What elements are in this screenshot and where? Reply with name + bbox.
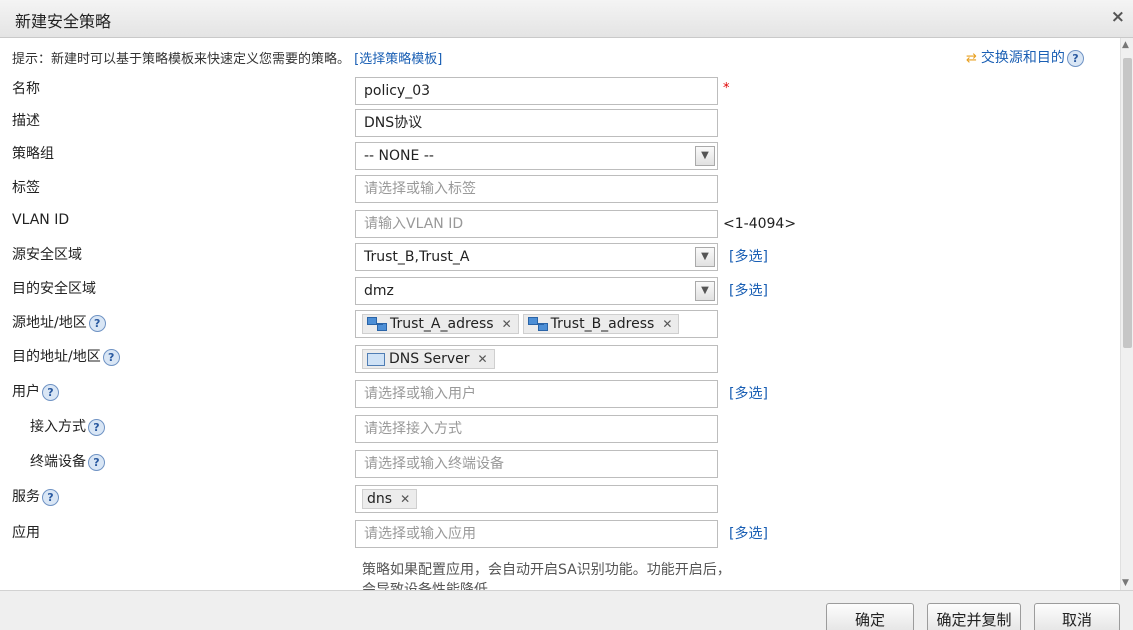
name-label: 名称 [12, 81, 40, 97]
src-addr-tag-input[interactable]: Trust_A_adress ✕ Trust_B_adress ✕ [355, 310, 718, 338]
select-template-link[interactable]: [选择策略模板] [354, 52, 442, 67]
src-zone-multi-link[interactable]: [多选] [729, 246, 768, 266]
desc-input[interactable]: DNS协议 [355, 109, 718, 137]
dst-addr-tag-input[interactable]: DNS Server ✕ [355, 345, 718, 373]
tag-label: dns [367, 491, 393, 507]
chevron-down-icon[interactable]: ▼ [695, 281, 715, 301]
src-addr-label-text: 源地址/地区 [12, 315, 87, 331]
src-zone-value: Trust_B,Trust_A [364, 249, 470, 265]
dst-zone-value: dmz [364, 283, 394, 299]
tag-label: DNS Server [389, 351, 470, 367]
service-label-text: 服务 [12, 489, 40, 505]
access-input[interactable]: 请选择接入方式 [355, 415, 718, 443]
service-label: 服务? [12, 486, 59, 506]
terminal-label: 终端设备? [30, 451, 105, 471]
help-icon[interactable]: ? [42, 488, 59, 506]
dst-zone-multi-link[interactable]: [多选] [729, 280, 768, 300]
access-label-text: 接入方式 [30, 419, 86, 435]
src-zone-select[interactable]: Trust_B,Trust_A ▼ [355, 243, 718, 271]
service-tag-input[interactable]: dns ✕ [355, 485, 718, 513]
help-icon[interactable]: ? [88, 418, 105, 436]
group-select[interactable]: -- NONE -- ▼ [355, 142, 718, 170]
hint-message: 提示：新建时可以基于策略模板来快速定义您需要的策略。 [12, 52, 351, 67]
remove-tag-icon[interactable]: ✕ [662, 317, 672, 331]
address-tag: Trust_A_adress ✕ [362, 314, 519, 334]
remove-tag-icon[interactable]: ✕ [478, 352, 488, 366]
terminal-label-text: 终端设备 [30, 454, 86, 470]
swap-label: 交换源和目的 [980, 50, 1065, 66]
scroll-down-icon[interactable]: ▼ [1122, 578, 1129, 588]
chevron-down-icon[interactable]: ▼ [695, 247, 715, 267]
dialog-footer: 确定 确定并复制 取消 [0, 590, 1133, 630]
help-icon[interactable]: ? [88, 314, 106, 332]
scroll-thumb[interactable] [1123, 58, 1132, 348]
user-label-text: 用户 [12, 384, 40, 400]
help-icon[interactable]: ? [42, 383, 59, 401]
tag-label: 标签 [12, 180, 40, 196]
network-icon [367, 317, 387, 331]
vertical-scrollbar[interactable]: ▲ ▼ [1120, 38, 1133, 590]
terminal-input[interactable]: 请选择或输入终端设备 [355, 450, 718, 478]
swap-src-dst-link[interactable]: ⇄ 交换源和目的? [966, 47, 1084, 67]
required-mark: * [723, 81, 730, 96]
server-icon [367, 352, 385, 366]
dst-addr-label-text: 目的地址/地区 [12, 349, 101, 365]
close-icon[interactable]: × [1111, 7, 1125, 27]
service-tag: dns ✕ [362, 489, 418, 509]
address-tag: Trust_B_adress ✕ [522, 314, 680, 334]
help-icon[interactable]: ? [88, 453, 105, 471]
chevron-down-icon[interactable]: ▼ [695, 146, 715, 166]
ok-button[interactable]: 确定 [826, 603, 914, 630]
group-label: 策略组 [12, 146, 54, 162]
src-addr-label: 源地址/地区? [12, 312, 106, 332]
hint-text: 提示：新建时可以基于策略模板来快速定义您需要的策略。 [选择策略模板] [12, 48, 442, 67]
tag-label: Trust_B_adress [550, 316, 655, 332]
app-note: 策略如果配置应用，会自动开启SA识别功能。功能开启后，会导致设备性能降低。 [362, 562, 731, 590]
name-input[interactable]: policy_03 [355, 77, 718, 105]
dialog-title: 新建安全策略 [15, 12, 112, 31]
remove-tag-icon[interactable]: ✕ [400, 492, 410, 506]
dialog-titlebar: 新建安全策略 × [0, 0, 1133, 38]
help-icon[interactable]: ? [1066, 49, 1084, 67]
app-input[interactable]: 请选择或输入应用 [355, 520, 718, 548]
vlan-label: VLAN ID [12, 212, 70, 228]
user-label: 用户? [12, 381, 59, 401]
dst-addr-label: 目的地址/地区? [12, 346, 120, 366]
vlan-range-hint: <1-4094> [723, 216, 797, 232]
desc-label: 描述 [12, 113, 40, 129]
app-multi-link[interactable]: [多选] [729, 523, 768, 543]
src-zone-label: 源安全区域 [12, 247, 82, 263]
user-input[interactable]: 请选择或输入用户 [355, 380, 718, 408]
dst-zone-label: 目的安全区域 [12, 281, 96, 297]
remove-tag-icon[interactable]: ✕ [502, 317, 512, 331]
swap-arrows-icon: ⇄ [966, 51, 977, 66]
address-tag: DNS Server ✕ [362, 349, 495, 369]
vlan-input[interactable]: 请输入VLAN ID [355, 210, 718, 238]
group-value: -- NONE -- [364, 148, 434, 164]
ok-copy-button[interactable]: 确定并复制 [927, 603, 1021, 630]
dst-zone-select[interactable]: dmz ▼ [355, 277, 718, 305]
user-multi-link[interactable]: [多选] [729, 383, 768, 403]
scroll-up-icon[interactable]: ▲ [1122, 40, 1129, 50]
app-label: 应用 [12, 525, 40, 541]
dialog-content: 提示：新建时可以基于策略模板来快速定义您需要的策略。 [选择策略模板] ⇄ 交换源… [0, 38, 1120, 590]
tag-label: Trust_A_adress [390, 316, 494, 332]
cancel-button[interactable]: 取消 [1034, 603, 1120, 630]
access-label: 接入方式? [30, 416, 105, 436]
help-icon[interactable]: ? [102, 348, 120, 366]
network-icon [527, 317, 548, 331]
tag-input[interactable]: 请选择或输入标签 [355, 175, 718, 203]
